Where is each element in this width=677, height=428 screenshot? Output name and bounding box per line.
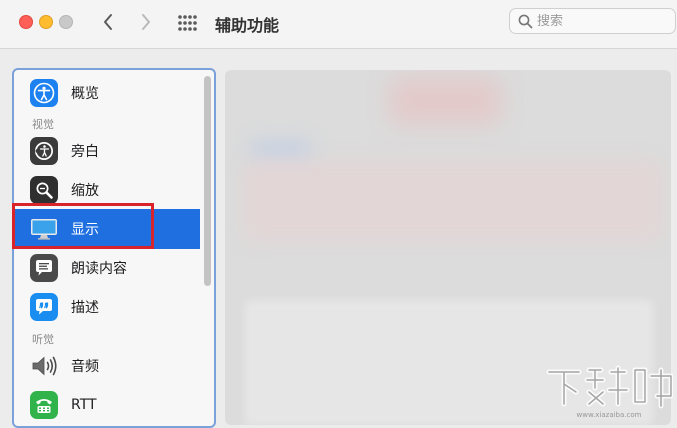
back-button[interactable] [95, 9, 121, 35]
grid-icon [178, 15, 197, 31]
rtt-icon [30, 391, 58, 419]
close-window-button[interactable] [19, 15, 33, 29]
sidebar-item-overview[interactable]: 概览 [14, 73, 200, 113]
window-title: 辅助功能 [215, 16, 280, 35]
sidebar-item-voiceover[interactable]: 旁白 [14, 131, 200, 171]
sidebar-item-descriptions[interactable]: 描述 [14, 287, 200, 327]
voiceover-icon [30, 137, 58, 165]
blurred-region [243, 160, 663, 242]
chevron-right-icon [142, 14, 150, 30]
description-icon [30, 293, 58, 321]
search-input[interactable] [537, 13, 657, 29]
search-icon [518, 14, 533, 28]
show-all-button[interactable] [176, 12, 198, 34]
speech-bubble-icon [30, 254, 58, 282]
watermark-logo: www.xiazaiba.com [546, 365, 673, 419]
annotation-highlight-box [12, 203, 154, 249]
section-header-hearing: 听觉 [32, 333, 54, 346]
sidebar-item-label: 描述 [71, 300, 99, 316]
zoom-window-button[interactable] [59, 15, 73, 29]
watermark-subtext: www.xiazaiba.com [577, 411, 642, 419]
sidebar-item-label: 缩放 [71, 183, 99, 199]
sidebar-item-label: RTT [71, 397, 97, 413]
title-bar: 辅助功能 [0, 0, 677, 49]
minimize-window-button[interactable] [39, 15, 53, 29]
sidebar-item-label: 概览 [71, 86, 99, 102]
sidebar-item-audio[interactable]: 音频 [14, 346, 200, 386]
chevron-left-icon [104, 14, 112, 30]
speaker-icon [30, 352, 58, 380]
zoom-icon [30, 176, 58, 204]
sidebar-item-rtt[interactable]: RTT [14, 385, 200, 425]
sidebar-item-label: 朗读内容 [71, 261, 127, 277]
sidebar-item-spoken-content[interactable]: 朗读内容 [14, 248, 200, 288]
search-field[interactable] [509, 8, 676, 34]
blurred-region [390, 78, 500, 124]
accessibility-icon [30, 79, 58, 107]
sidebar-item-label: 音频 [71, 359, 99, 375]
section-header-vision: 视觉 [32, 118, 54, 131]
sidebar-scrollbar[interactable] [204, 76, 211, 286]
sidebar-item-label: 旁白 [71, 144, 99, 160]
forward-button[interactable] [133, 9, 159, 35]
